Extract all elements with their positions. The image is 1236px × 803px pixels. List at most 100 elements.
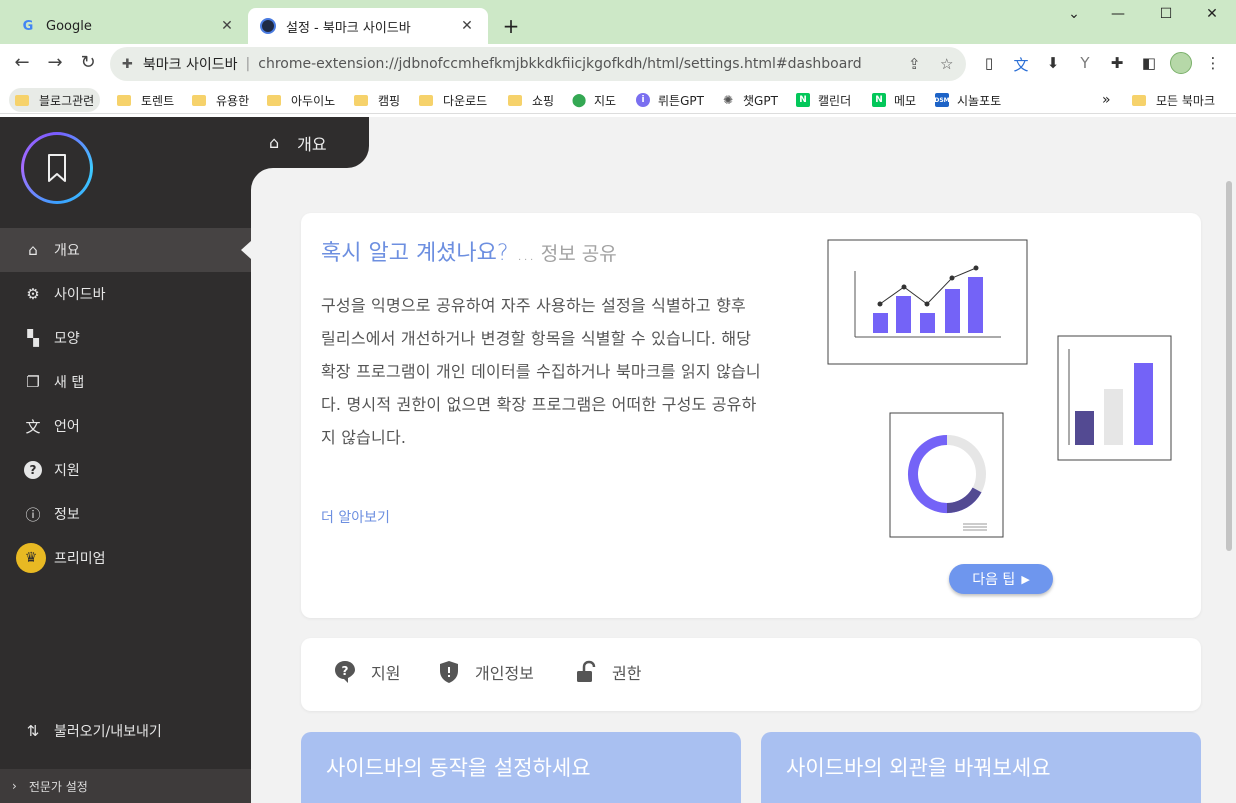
bookmark-item[interactable]: ⬤ 지도	[572, 88, 616, 112]
bookmark-item[interactable]: N 캘린더	[796, 88, 851, 112]
privacy-label: 개인정보	[475, 664, 534, 683]
maximize-button[interactable]: ☐	[1146, 6, 1186, 22]
bookmark-item[interactable]: 블로그관련	[9, 88, 101, 112]
back-button[interactable]: ←	[10, 52, 34, 73]
svg-text:?: ?	[342, 664, 349, 678]
close-tab-icon[interactable]: ✕	[458, 18, 476, 34]
tip-heading: 혹시 알고 계셨나요? ... 정보 공유	[321, 235, 617, 267]
new-tab-button[interactable]: +	[500, 14, 522, 38]
info-icon: ⓘ	[25, 505, 41, 524]
sidebar-item-info[interactable]: ⓘ 정보	[0, 492, 251, 536]
extension-y-icon[interactable]: Y	[1074, 54, 1096, 72]
url-separator: |	[245, 56, 251, 72]
permissions-link[interactable]: 권한	[574, 660, 641, 684]
url-text[interactable]: chrome-extension://jdbnofccmhefkmjbkkdkf…	[258, 56, 861, 72]
reading-list-icon[interactable]: ▯	[978, 54, 1000, 72]
sidebar-item-support[interactable]: ? 지원	[0, 448, 251, 492]
bookmark-label: 지도	[594, 93, 617, 108]
bookmark-label: 시놀포토	[957, 93, 1002, 108]
forward-button[interactable]: →	[43, 52, 67, 73]
privacy-link[interactable]: 개인정보	[437, 660, 534, 684]
expert-settings-toggle[interactable]: › 전문가 설정	[0, 769, 251, 803]
import-export-icon: ⇅	[26, 722, 40, 740]
scrollbar-thumb[interactable]	[1226, 181, 1232, 551]
menu-icon[interactable]: ⋮	[1202, 54, 1224, 72]
bookmark-item[interactable]: 다운로드	[419, 88, 487, 112]
bookmark-item[interactable]: 쇼핑	[508, 88, 554, 112]
chart-point	[924, 301, 930, 307]
sidebar-item-language[interactable]: 文 언어	[0, 404, 251, 448]
close-window-button[interactable]: ✕	[1192, 6, 1232, 22]
chart-bar	[873, 313, 888, 333]
bookmark-item[interactable]: 유용한	[192, 88, 249, 112]
tab-title: 설정 - 북마크 사이드바	[286, 20, 411, 36]
sidebar-item-overview[interactable]: ⌂ 개요	[0, 228, 251, 272]
site-name: 북마크 사이드바	[142, 57, 238, 73]
bookmark-label: 블로그관련	[39, 93, 95, 108]
tab-search-icon[interactable]: ⌄	[1054, 6, 1094, 22]
browser-toolbar: ← → ↻ ✚ 북마크 사이드바 | chrome-extension://jd…	[0, 44, 1236, 84]
feature-card-appearance[interactable]: 사이드바의 외관을 바꿔보세요	[761, 732, 1201, 803]
chart-bar	[920, 313, 935, 333]
bookmark-item[interactable]: 토렌트	[117, 88, 174, 112]
bookmarks-overflow-button[interactable]: »	[1102, 88, 1111, 112]
support-link[interactable]: ? 지원	[333, 660, 400, 684]
tab-google[interactable]: G Google ✕	[8, 8, 248, 44]
download-icon[interactable]: ⬇	[1042, 54, 1064, 72]
bookmark-item[interactable]: DSM 시놀포토	[934, 88, 1002, 112]
permissions-label: 권한	[612, 664, 642, 683]
feature-card-behavior[interactable]: 사이드바의 동작을 설정하세요	[301, 732, 741, 803]
chart-point	[901, 284, 907, 290]
folder-icon	[192, 94, 206, 106]
quick-links-card: ? 지원 개인정보 권한	[301, 638, 1201, 711]
extensions-icon[interactable]: ✚	[1106, 54, 1128, 72]
sidebar-item-import-export[interactable]: ⇅ 불러오기/내보내기	[0, 709, 251, 753]
side-panel-icon[interactable]: ◧	[1138, 54, 1160, 72]
bookmark-label: 캠핑	[378, 93, 401, 108]
bookmark-label: 뤼튼GPT	[658, 93, 704, 108]
support-label: 지원	[371, 664, 401, 683]
sidebar-item-appearance[interactable]: ▚ 모양	[0, 316, 251, 360]
folder-icon	[117, 94, 131, 106]
tip-card: 혹시 알고 계셨나요? ... 정보 공유 구성을 익명으로 공유하여 자주 사용…	[301, 213, 1201, 618]
reload-button[interactable]: ↻	[76, 52, 100, 73]
active-indicator	[241, 241, 251, 259]
expert-settings-label: 전문가 설정	[28, 779, 88, 794]
bookmark-item[interactable]: ✺ 챗GPT	[721, 88, 778, 112]
close-tab-icon[interactable]: ✕	[218, 18, 236, 34]
chart-point	[949, 275, 955, 281]
google-icon: G	[22, 18, 34, 34]
bookmark-label: 모든 북마크	[1156, 93, 1216, 108]
profile-avatar[interactable]	[1170, 52, 1192, 74]
home-icon: ⌂	[269, 133, 280, 152]
minimize-button[interactable]: —	[1098, 6, 1138, 22]
sidebar-item-premium[interactable]: ♛ 프리미엄	[0, 536, 251, 580]
chart-bar	[968, 277, 983, 333]
bookmark-item[interactable]: 아두이노	[267, 88, 335, 112]
chart-point	[877, 301, 883, 307]
crown-icon: ♛	[16, 543, 46, 573]
sidebar-item-sidebar[interactable]: ⚙ 사이드바	[0, 272, 251, 316]
share-icon[interactable]: ⇪	[908, 55, 921, 73]
app-logo	[21, 132, 93, 204]
dsm-icon: DSM	[934, 93, 950, 107]
naver-icon: N	[796, 93, 810, 107]
star-icon[interactable]: ☆	[940, 55, 953, 73]
new-tab-icon: ❐	[26, 373, 40, 391]
tab-settings[interactable]: 설정 - 북마크 사이드바 ✕	[248, 8, 488, 44]
address-bar[interactable]: ✚ 북마크 사이드바 | chrome-extension://jdbnofcc…	[110, 47, 966, 81]
learn-more-link[interactable]: 더 알아보기	[321, 507, 390, 527]
translate-icon[interactable]: 文	[1010, 54, 1032, 75]
tip-subtitle: ... 정보 공유	[516, 243, 617, 265]
next-tip-button[interactable]: 다음 팁 ▶	[949, 564, 1053, 594]
sidebar-item-label: 개요	[54, 243, 80, 259]
bookmark-item[interactable]: i 뤼튼GPT	[636, 88, 704, 112]
bookmark-item[interactable]: 캠핑	[354, 88, 400, 112]
sidebar-item-new-tab[interactable]: ❐ 새 탭	[0, 360, 251, 404]
chart-point	[973, 265, 979, 271]
unlock-icon	[574, 660, 598, 684]
all-bookmarks-button[interactable]: 모든 북마크	[1132, 88, 1215, 112]
bookmark-label: 캘린더	[818, 93, 852, 108]
bookmark-item[interactable]: N 메모	[872, 88, 916, 112]
tip-title: 혹시 알고 계셨나요?	[321, 241, 509, 266]
